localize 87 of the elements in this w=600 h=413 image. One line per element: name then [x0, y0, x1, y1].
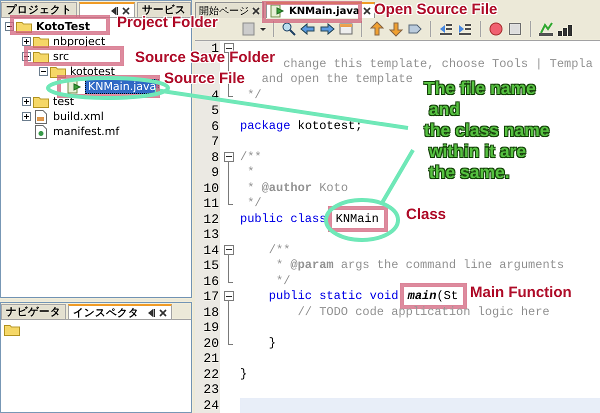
close-icon[interactable] [362, 7, 371, 15]
panel-tab[interactable]: インスペクタ [68, 304, 172, 319]
fold-toggle[interactable] [224, 244, 234, 254]
code-line: */ [247, 88, 262, 103]
line-number: 9 [210, 165, 220, 180]
line-number: 20 [202, 336, 220, 351]
line-number: 12 [202, 212, 220, 227]
close-icon[interactable] [252, 6, 260, 14]
line-number: 22 [202, 366, 220, 382]
annotation-label: Source File [164, 72, 245, 86]
code-line: */ [247, 196, 262, 212]
annotation-label: Source Save Folder [135, 51, 276, 65]
outdent-icon[interactable] [438, 21, 454, 37]
search-icon[interactable] [281, 21, 297, 37]
line-number: 6 [210, 118, 220, 134]
collapse-icon[interactable] [39, 67, 48, 76]
panel-tab[interactable]: ナビゲータ [1, 304, 66, 319]
expand-icon[interactable] [22, 37, 31, 46]
line-number: 21 [202, 351, 220, 366]
up-arrow-icon[interactable] [369, 21, 385, 37]
close-icon[interactable] [122, 6, 130, 14]
annotation-label: Class [406, 208, 446, 222]
line-number: 11 [202, 196, 220, 212]
line-number: 15 [202, 258, 220, 274]
code-line: * @param args the command line arguments [276, 258, 564, 274]
fold-toggle[interactable] [224, 152, 234, 162]
tree-item[interactable]: nbproject [51, 35, 108, 48]
document-icon [33, 110, 49, 124]
close-icon[interactable] [159, 308, 167, 316]
tree-item[interactable]: kototest [68, 65, 117, 78]
tree-item[interactable]: build.xml [51, 110, 106, 123]
fold-toggle[interactable] [224, 43, 234, 53]
code-line: public static void main(St [268, 289, 462, 304]
code-line: * @author Koto [247, 180, 348, 196]
annotation-note: The file name and the class name within it are the same. [424, 78, 550, 183]
folder-icon [4, 323, 20, 336]
minimize-icon[interactable] [110, 6, 118, 14]
code-line: and open the template [262, 72, 413, 88]
line-number: 16 [202, 274, 220, 289]
line-number: 17 [202, 289, 220, 304]
code-line: * [247, 165, 254, 180]
panel-tab[interactable] [79, 2, 135, 17]
tree-item[interactable]: src [51, 50, 72, 63]
line-number: 23 [202, 382, 220, 398]
expand-icon[interactable] [22, 97, 31, 106]
leader-line [380, 149, 415, 204]
line-number: 7 [210, 134, 220, 150]
minimize-icon[interactable] [147, 308, 155, 316]
forward-icon[interactable] [319, 21, 335, 37]
indent-icon[interactable] [457, 21, 473, 37]
line-number: 14 [202, 242, 220, 258]
line-number: 8 [210, 150, 220, 165]
code-line: /** [240, 150, 262, 165]
folder-icon [16, 20, 32, 33]
folder-icon [33, 50, 49, 63]
code-line: change this template, choose Tools | Templa [283, 56, 593, 72]
tree-item[interactable]: test [51, 95, 76, 108]
expand-icon[interactable] [22, 112, 31, 121]
tree-item[interactable]: KotoTest [34, 20, 92, 33]
line-number: 24 [202, 398, 220, 413]
line-number: 5 [210, 103, 220, 118]
code-line: // TODO code application logic here [298, 304, 550, 320]
line-number: 10 [202, 180, 220, 196]
down-arrow-icon[interactable] [388, 21, 404, 37]
tree-item[interactable]: manifest.mf [51, 125, 122, 138]
annotation-label: Project Folder [117, 16, 218, 30]
record-icon[interactable] [488, 21, 504, 37]
line-number: 13 [202, 227, 220, 242]
code-line: package kototest; [240, 118, 362, 134]
window-icon[interactable] [338, 21, 354, 37]
line-number: 18 [202, 304, 220, 320]
code-line: } [240, 366, 248, 382]
folder-icon [50, 65, 66, 78]
document-icon [33, 124, 49, 138]
chart-icon[interactable] [538, 21, 554, 37]
code-line: /** [268, 242, 290, 258]
annotation-label: Main Function [470, 286, 572, 300]
stop-icon[interactable] [507, 21, 523, 37]
back-icon[interactable] [300, 21, 316, 37]
folder-icon [33, 95, 49, 108]
folder-icon [33, 35, 49, 48]
annotation-label: Open Source File [374, 3, 498, 17]
panel-tab[interactable]: サービス [137, 2, 191, 17]
code-line: */ [276, 274, 290, 289]
line-number: 19 [202, 320, 220, 336]
fold-toggle[interactable] [224, 291, 234, 301]
code-line: } [268, 336, 276, 351]
